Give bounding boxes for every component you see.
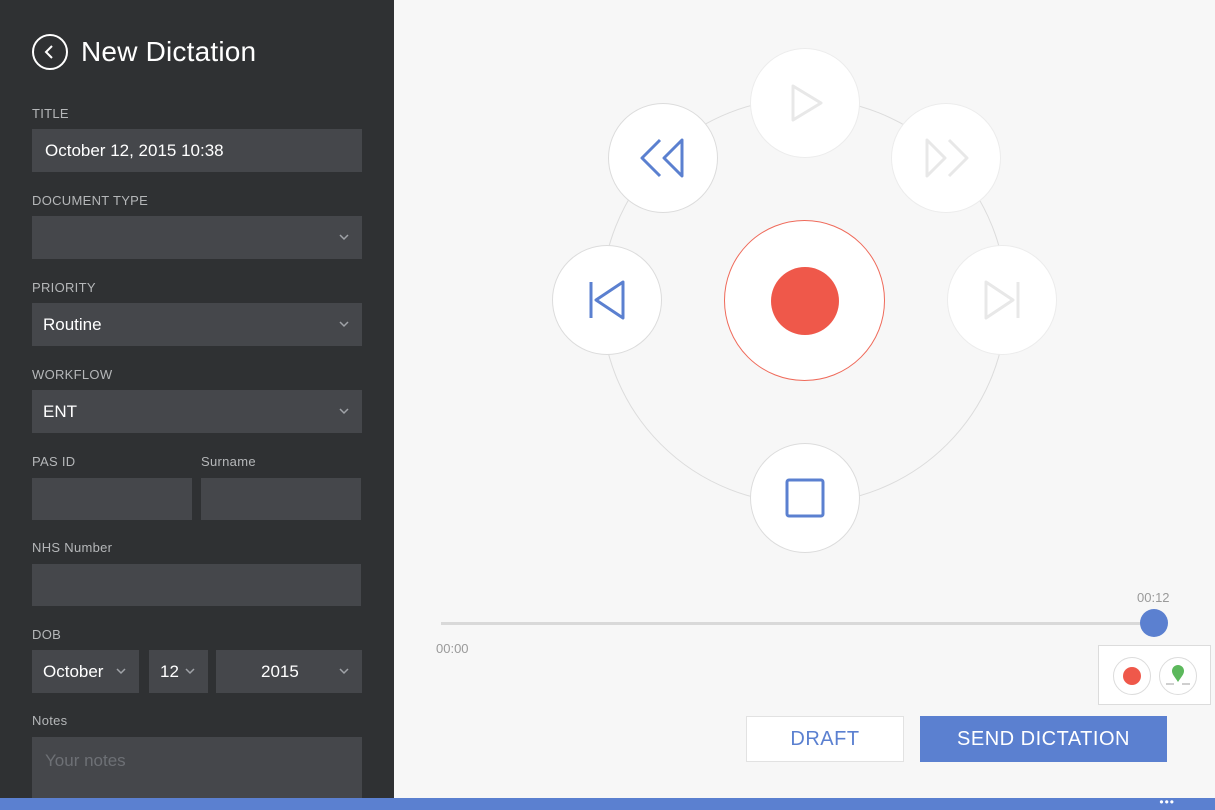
title-field[interactable]: October 12, 2015 10:38 xyxy=(32,129,362,172)
dob-day-select[interactable]: 12 xyxy=(149,650,208,693)
title-label: TITLE xyxy=(32,106,69,121)
title-value: October 12, 2015 10:38 xyxy=(45,140,224,160)
pas-id-field[interactable] xyxy=(32,478,192,520)
skip-forward-button[interactable] xyxy=(947,245,1057,355)
skip-back-button[interactable] xyxy=(552,245,662,355)
page-title: New Dictation xyxy=(81,36,257,67)
header: New Dictation xyxy=(32,32,256,72)
skip-forward-icon xyxy=(984,280,1020,320)
workflow-select[interactable]: ENT xyxy=(32,390,362,433)
draft-button[interactable]: DRAFT xyxy=(746,716,904,762)
marker-icon xyxy=(1166,665,1190,685)
rewind-icon xyxy=(640,138,684,178)
skip-back-icon xyxy=(589,280,625,320)
dob-year-select[interactable]: 2015 xyxy=(216,650,362,693)
document-type-label: DOCUMENT TYPE xyxy=(32,193,149,208)
notes-placeholder: Your notes xyxy=(45,751,126,770)
nhs-number-label: NHS Number xyxy=(32,540,113,555)
rewind-button[interactable] xyxy=(608,103,718,213)
fast-forward-button[interactable] xyxy=(891,103,1001,213)
send-dictation-button[interactable]: SEND DICTATION xyxy=(920,716,1167,762)
surname-label: Surname xyxy=(201,454,256,469)
workflow-value: ENT xyxy=(43,401,77,421)
chevron-down-icon xyxy=(116,667,126,674)
dob-month-value: October xyxy=(43,661,104,681)
play-button[interactable] xyxy=(750,48,860,158)
document-type-select[interactable] xyxy=(32,216,362,259)
more-options-icon[interactable]: ••• xyxy=(1159,796,1175,808)
record-button[interactable] xyxy=(724,220,885,381)
record-marker-button[interactable] xyxy=(1113,657,1151,695)
back-button[interactable] xyxy=(32,34,68,70)
chevron-down-icon xyxy=(339,233,349,240)
chevron-down-icon xyxy=(185,667,195,674)
progress-thumb[interactable] xyxy=(1140,609,1168,637)
fast-forward-icon xyxy=(925,138,969,178)
insert-marker-button[interactable] xyxy=(1159,657,1197,695)
notes-textarea[interactable]: Your notes xyxy=(32,737,362,798)
chevron-down-icon xyxy=(339,320,349,327)
sidebar-form-panel: New Dictation TITLE October 12, 2015 10:… xyxy=(0,0,394,798)
dob-month-select[interactable]: October xyxy=(32,650,139,693)
progress-track[interactable] xyxy=(441,622,1153,625)
dob-day-value: 12 xyxy=(160,661,179,681)
priority-label: PRIORITY xyxy=(32,280,96,295)
priority-select[interactable]: Routine xyxy=(32,303,362,346)
chevron-down-icon xyxy=(339,667,349,674)
start-time: 00:00 xyxy=(436,641,469,656)
app-bar: ••• xyxy=(0,796,1215,810)
surname-field[interactable] xyxy=(201,478,361,520)
dob-label: DOB xyxy=(32,627,62,642)
record-icon xyxy=(770,266,839,335)
notes-label: Notes xyxy=(32,713,68,728)
play-icon xyxy=(791,84,823,122)
pas-id-label: PAS ID xyxy=(32,454,76,469)
nhs-number-field[interactable] xyxy=(32,564,361,606)
marker-popup xyxy=(1098,645,1211,705)
record-dot-icon xyxy=(1123,667,1141,685)
workflow-label: WORKFLOW xyxy=(32,367,113,382)
stop-button[interactable] xyxy=(750,443,860,553)
dob-year-value: 2015 xyxy=(261,661,299,681)
current-time: 00:12 xyxy=(1137,590,1170,605)
back-arrow-icon xyxy=(44,45,53,59)
priority-value: Routine xyxy=(43,314,102,334)
chevron-down-icon xyxy=(339,407,349,414)
stop-icon xyxy=(785,478,825,518)
